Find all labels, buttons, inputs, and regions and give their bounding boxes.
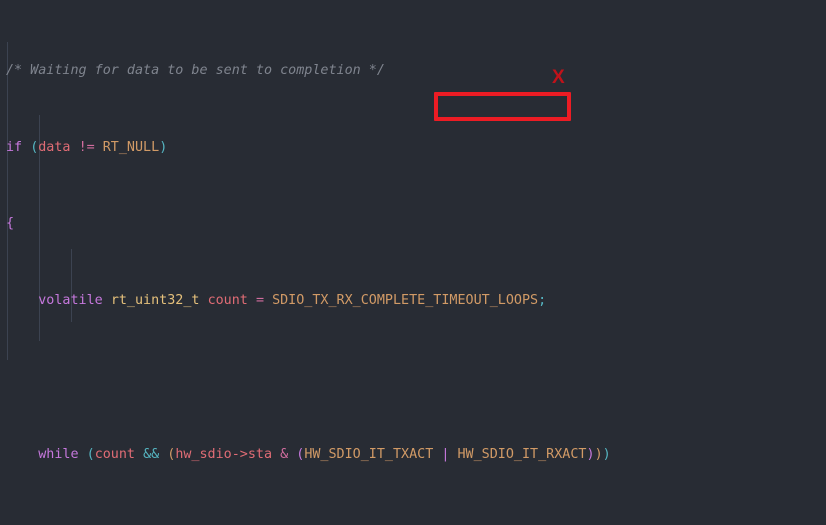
- paren-close-l3: ): [586, 447, 595, 463]
- variable-data: data: [38, 139, 71, 155]
- constant-it-txact: HW_SDIO_IT_TXACT: [304, 447, 434, 463]
- keyword-while: while: [38, 447, 79, 463]
- brace-open-outer: {: [6, 216, 15, 232]
- code-line-5-blank: [0, 368, 826, 387]
- semicolon: ;: [538, 293, 547, 309]
- keyword-if: if: [6, 139, 23, 155]
- annotation-highlight-box: [434, 92, 571, 121]
- constant-it-rxact: HW_SDIO_IT_RXACT: [457, 447, 587, 463]
- paren-open-l1: (: [86, 447, 95, 463]
- constant-timeout-loops: SDIO_TX_RX_COMPLETE_TIMEOUT_LOOPS: [272, 293, 539, 309]
- code-line-6: while (count && (hw_sdio->sta & (HW_SDIO…: [0, 445, 826, 464]
- code-line-2: if (data != RT_NULL): [0, 138, 826, 157]
- operator-logical-and: &&: [143, 447, 160, 463]
- code-line-3: {: [0, 214, 826, 233]
- code-line-1: /* Waiting for data to be sent to comple…: [0, 61, 826, 80]
- code-line-4: volatile rt_uint32_t count = SDIO_TX_RX_…: [0, 291, 826, 310]
- paren-close-l2: ): [594, 447, 603, 463]
- operator-bitwise-and: &: [280, 447, 289, 463]
- arrow-operator: ->: [231, 447, 248, 463]
- keyword-volatile: volatile: [38, 293, 103, 309]
- variable-count: count: [94, 447, 135, 463]
- code-editor-screenshot: /* Waiting for data to be sent to comple…: [0, 0, 826, 525]
- code-content[interactable]: /* Waiting for data to be sent to comple…: [0, 0, 826, 525]
- annotation-x-marker: X: [552, 67, 565, 88]
- paren-close-l1: ): [602, 447, 611, 463]
- operator-assign: =: [255, 293, 264, 309]
- comment-text: /* Waiting for data to be sent to comple…: [6, 62, 385, 78]
- member-sta: sta: [247, 447, 273, 463]
- operator-bitwise-or: |: [441, 447, 450, 463]
- operator-not-equal: !=: [78, 139, 95, 155]
- type-rt-uint32: rt_uint32_t: [110, 293, 200, 309]
- constant-rt-null: RT_NULL: [102, 139, 160, 155]
- paren-close: ): [159, 139, 168, 155]
- variable-count: count: [207, 293, 248, 309]
- object-hw-sdio: hw_sdio: [175, 447, 232, 463]
